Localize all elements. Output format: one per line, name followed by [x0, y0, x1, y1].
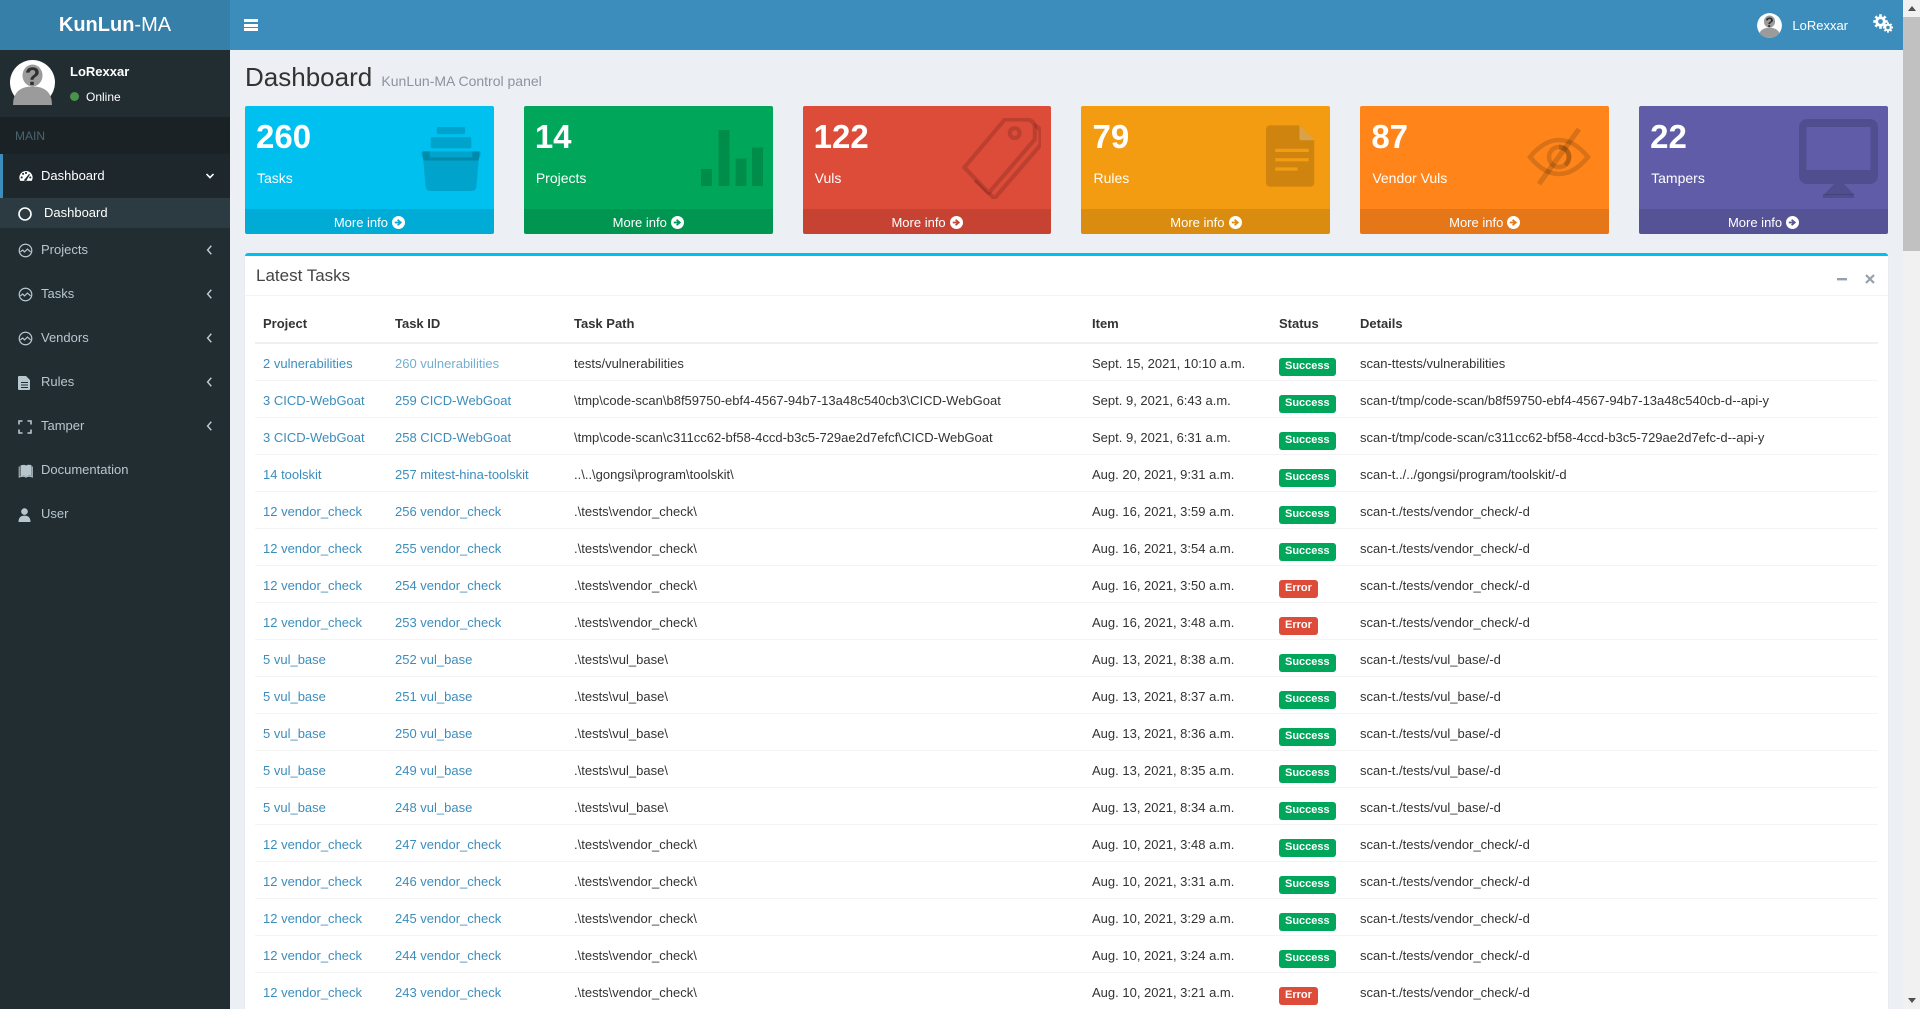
svg-text:?: ?	[1766, 13, 1774, 29]
svg-text:?: ?	[25, 63, 40, 91]
